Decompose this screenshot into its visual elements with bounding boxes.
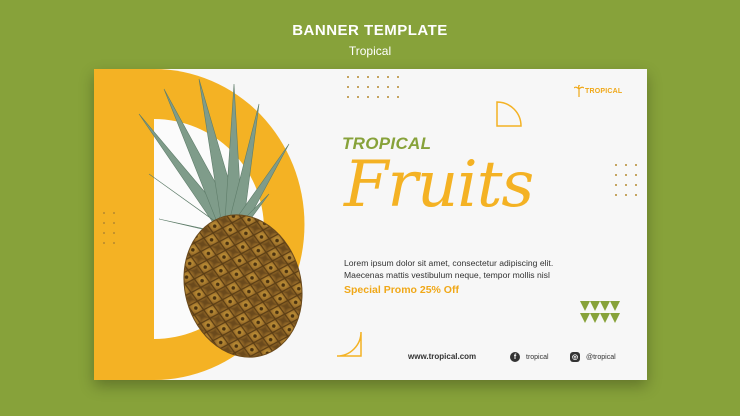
body-copy: Lorem ipsum dolor sit amet, consectetur … — [344, 257, 604, 281]
palm-tree-icon — [574, 85, 584, 97]
pineapple-image — [138, 78, 303, 358]
instagram-label: @tropical — [586, 353, 616, 361]
body-line-1: Lorem ipsum dolor sit amet, consectetur … — [344, 258, 554, 268]
promo-text: Special Promo 25% Off — [344, 284, 459, 296]
brand-name: TROPICAL — [585, 87, 623, 95]
dot-grid-left — [103, 212, 115, 244]
facebook-icon: f — [510, 352, 520, 362]
instagram-handle[interactable]: ◎ @tropical — [570, 352, 616, 362]
facebook-handle[interactable]: f tropical — [510, 352, 549, 362]
brand-logo: TROPICAL — [574, 85, 622, 97]
page-subtitle: Tropical — [348, 44, 392, 58]
quarter-circle-deco-bottom — [336, 331, 362, 357]
facebook-label: tropical — [526, 353, 549, 361]
instagram-icon: ◎ — [570, 352, 580, 362]
dot-grid-top — [347, 76, 399, 98]
body-line-2: Maecenas mattis vestibulum neque, tempor… — [344, 270, 550, 280]
banner-card: TROPICAL TROPICAL Fruits Lorem ipsum dol… — [94, 69, 647, 380]
triangle-pattern-deco — [580, 301, 620, 323]
website-link[interactable]: www.tropical.com — [408, 352, 476, 361]
headline-text: Fruits — [344, 148, 534, 222]
dot-grid-right — [615, 164, 637, 196]
page-title: BANNER TEMPLATE — [292, 22, 448, 39]
quarter-circle-deco — [496, 101, 522, 127]
